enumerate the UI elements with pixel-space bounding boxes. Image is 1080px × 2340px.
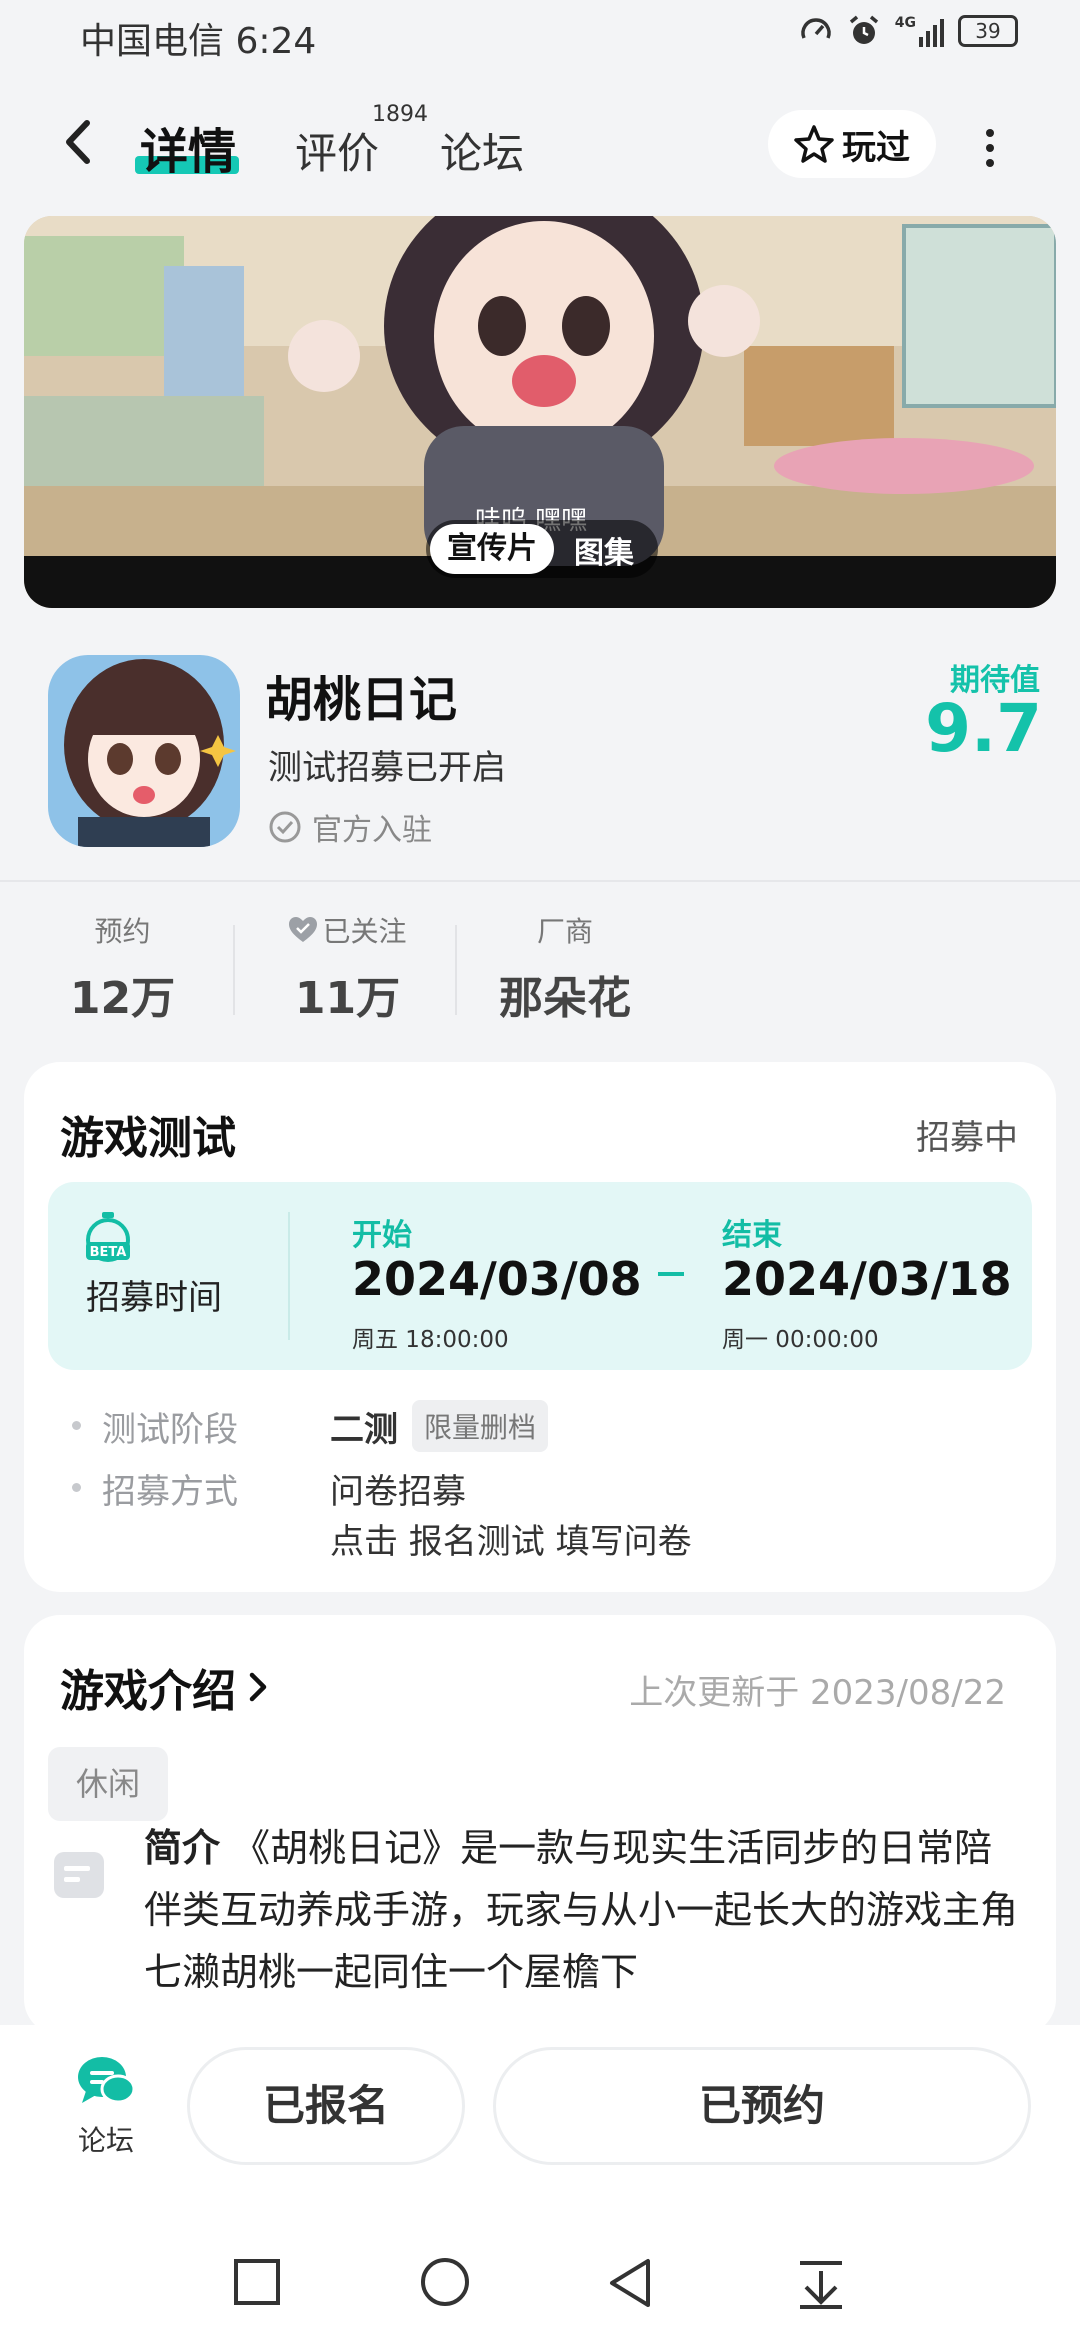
expect-score: 9.7 — [925, 690, 1042, 767]
played-button[interactable]: 玩过 — [768, 110, 936, 178]
back-triangle-icon[interactable] — [606, 2257, 656, 2311]
review-count: 1894 — [372, 102, 428, 127]
stat-label: 已关注 — [322, 915, 407, 948]
start-time: 周五 18:00:00 — [352, 1327, 509, 1353]
status-bar: 中国电信 6:24 4G 39 — [0, 0, 1080, 75]
recents-square-icon[interactable] — [232, 2257, 282, 2307]
notification-pull-icon[interactable] — [796, 2257, 846, 2311]
beta-timer-icon: BETA — [86, 1212, 130, 1262]
official-label: 官方入驻 — [312, 813, 432, 848]
tab-details[interactable]: 详情 — [140, 112, 236, 182]
played-label: 玩过 — [842, 127, 910, 168]
media-toggle: 宣传片 图集 — [426, 520, 658, 578]
home-circle-icon[interactable] — [418, 2257, 472, 2311]
top-nav: 详情 评价 1894 论坛 玩过 — [0, 90, 1080, 200]
genre-tag[interactable]: 休闲 — [48, 1747, 168, 1821]
game-intro-card: 游戏介绍 上次更新于 2023/08/22 休闲 简介 《胡桃日记》是一款与现实… — [24, 1615, 1056, 2035]
recruit-period-box: BETA 招募时间 开始 2024/03/08 周五 18:00:00 结束 2… — [48, 1182, 1032, 1370]
start-date: 2024/03/08 — [352, 1252, 642, 1306]
battery-indicator: 39 — [958, 15, 1018, 47]
game-title: 胡桃日记 — [265, 672, 458, 728]
status-icons: 4G 39 — [799, 14, 1018, 48]
recruit-status: 招募中 — [916, 1118, 1018, 1158]
stat-separator — [455, 925, 457, 1015]
end-time: 周一 00:00:00 — [722, 1327, 879, 1353]
stage-row: 二测 限量删档 — [330, 1400, 549, 1452]
stat-label: 预约 — [94, 915, 151, 948]
intro-summary: 简介 《胡桃日记》是一款与现实生活同步的日常陪伴类互动养成手游，玩家与从小一起长… — [144, 1817, 1024, 2003]
stat-followers[interactable]: 已关注 11万 — [280, 910, 415, 1026]
stat-value: 11万 — [294, 973, 401, 1024]
last-updated: 上次更新于 2023/08/22 — [629, 1673, 1006, 1713]
stat-developer[interactable]: 厂商 那朵花 — [490, 910, 640, 1026]
end-date: 2024/03/18 — [722, 1252, 1012, 1306]
official-badge: 官方入驻 — [268, 805, 432, 849]
method-detail[interactable]: 点击 报名测试 填写问卷 — [330, 1514, 692, 1563]
reserved-button[interactable]: 已预约 — [493, 2047, 1031, 2165]
stat-value: 那朵花 — [499, 973, 631, 1024]
summary-label: 简介 — [144, 1826, 221, 1870]
recruit-time-label: 招募时间 — [86, 1278, 222, 1318]
back-arrow-icon[interactable] — [55, 115, 105, 170]
stat-separator — [233, 925, 235, 1015]
intro-title-link[interactable]: 游戏介绍 — [60, 1655, 270, 1719]
stage-tag: 限量删档 — [412, 1400, 549, 1452]
tab-forum[interactable]: 论坛 — [440, 120, 524, 181]
summary-text: 《胡桃日记》是一款与现实生活同步的日常陪伴类互动养成手游，玩家与从小一起长大的游… — [144, 1826, 1019, 1994]
bottom-action-bar: 论坛 已报名 已预约 — [0, 2025, 1080, 2340]
chat-bubble-icon — [78, 2057, 136, 2104]
method-value: 问卷招募 — [330, 1472, 466, 1512]
date-range-arrow — [658, 1272, 684, 1276]
heart-icon — [289, 917, 318, 942]
network-type: 4G — [894, 15, 916, 31]
stat-value: 12万 — [69, 973, 176, 1024]
tab-reviews[interactable]: 评价 — [295, 120, 379, 181]
forum-shortcut[interactable]: 论坛 — [64, 2055, 148, 2159]
signal-icon: 4G — [895, 15, 944, 47]
summary-doc-icon — [54, 1852, 104, 1898]
stage-value: 二测 — [330, 1409, 398, 1450]
bullet-dot — [72, 1483, 81, 1492]
star-icon — [794, 125, 834, 163]
game-subtitle: 测试招募已开启 — [268, 748, 506, 788]
end-heading: 结束 — [722, 1218, 782, 1253]
game-icon — [48, 655, 240, 847]
tab-gallery[interactable]: 图集 — [574, 528, 634, 572]
more-options-icon[interactable] — [980, 125, 1000, 167]
stat-label: 厂商 — [536, 915, 593, 948]
chevron-right-icon — [249, 1672, 267, 1702]
check-circle-icon — [269, 811, 301, 843]
tab-trailer[interactable]: 宣传片 — [430, 524, 554, 574]
alarm-icon — [849, 15, 878, 44]
svg-text:BETA: BETA — [90, 1245, 127, 1260]
registered-button[interactable]: 已报名 — [187, 2047, 465, 2165]
stage-label: 测试阶段 — [102, 1410, 238, 1450]
speed-icon — [801, 18, 831, 39]
game-test-card: 游戏测试 招募中 BETA 招募时间 开始 2024/03/08 周五 18:0… — [24, 1062, 1056, 1592]
section-divider — [0, 880, 1080, 882]
test-card-title: 游戏测试 — [60, 1113, 236, 1164]
method-label: 招募方式 — [102, 1472, 238, 1512]
intro-title: 游戏介绍 — [60, 1666, 236, 1717]
stat-reservations: 预约 12万 — [60, 910, 185, 1026]
bullet-dot — [72, 1421, 81, 1430]
start-heading: 开始 — [352, 1218, 412, 1253]
recruit-separator — [288, 1212, 290, 1340]
forum-label: 论坛 — [77, 2124, 134, 2157]
carrier-time: 中国电信 6:24 — [80, 21, 317, 62]
